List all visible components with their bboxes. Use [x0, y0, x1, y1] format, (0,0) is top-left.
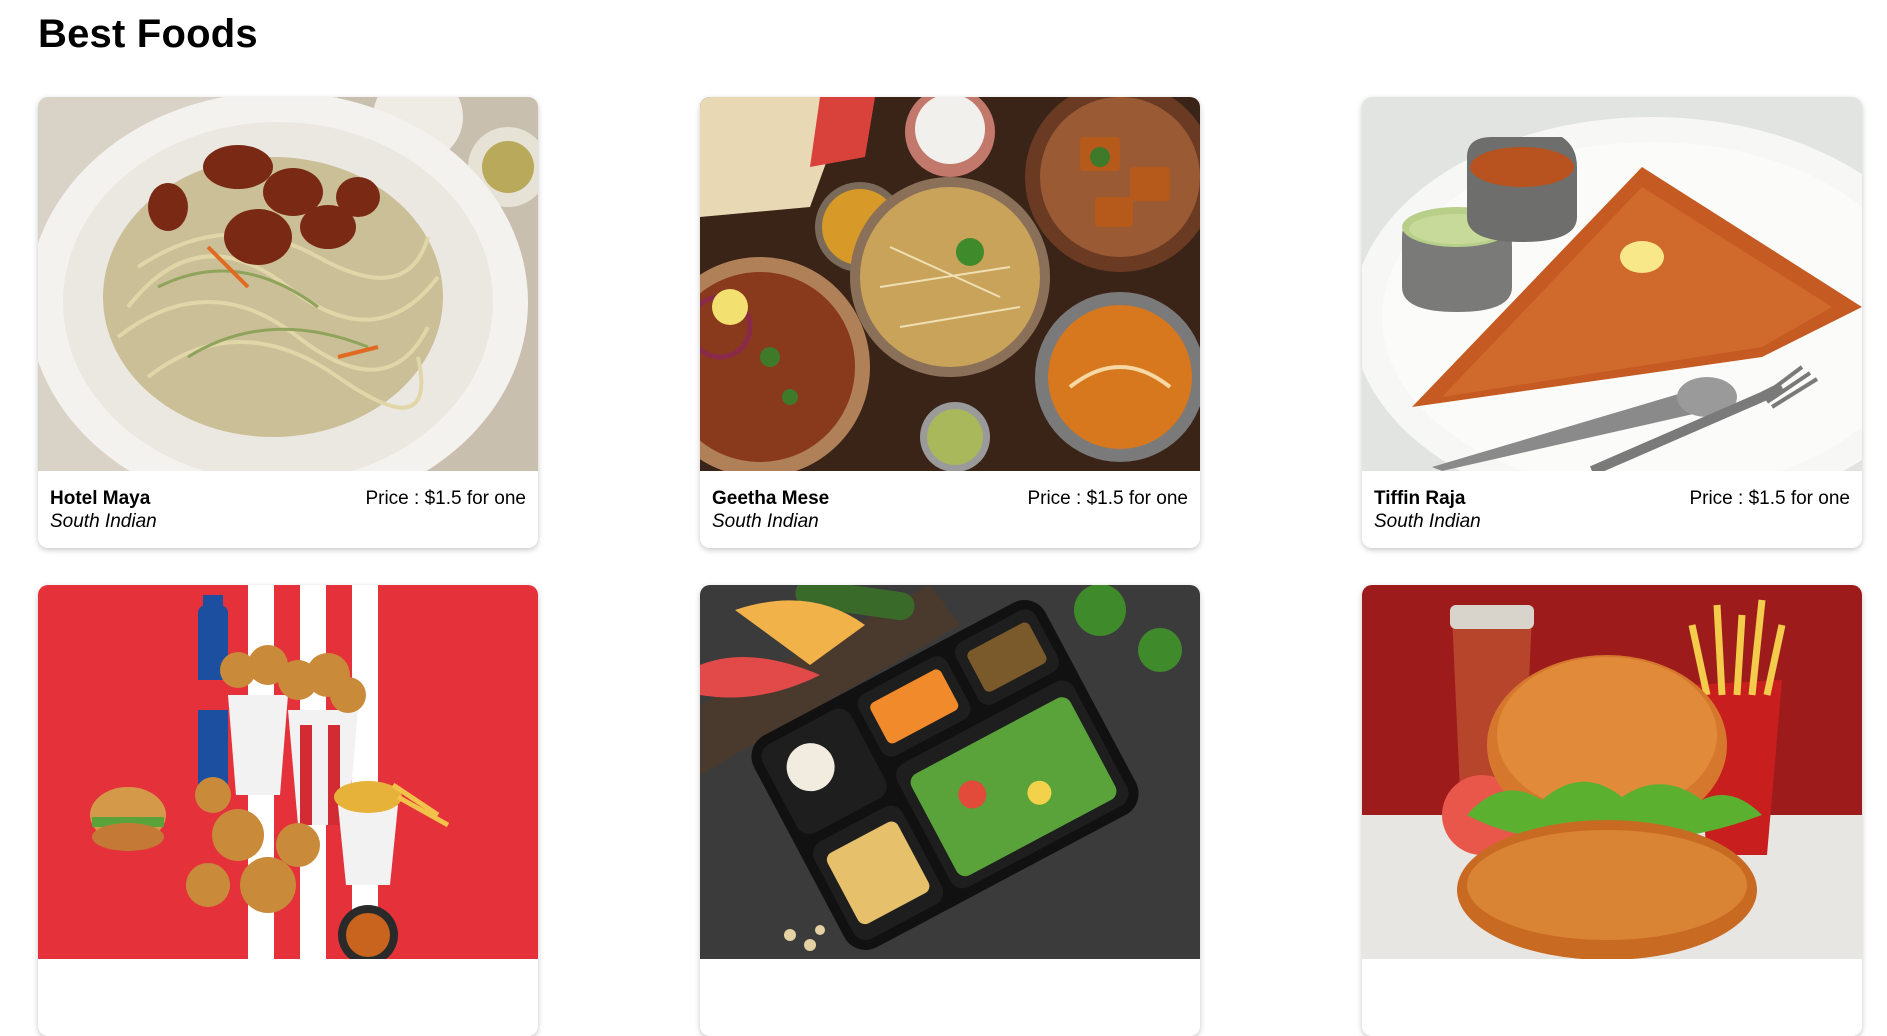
food-card-4[interactable] [38, 585, 538, 1036]
food-card-5[interactable] [700, 585, 1200, 1036]
card-info: Geetha Mese South Indian Price : $1.5 fo… [700, 471, 1200, 548]
food-grid: Hotel Maya South Indian Price : $1.5 for… [38, 97, 1862, 1036]
dosa-plate-image [1362, 97, 1862, 471]
card-info: Tiffin Raja South Indian Price : $1.5 fo… [1362, 471, 1862, 548]
cuisine-label: South Indian [712, 511, 819, 532]
food-card-tiffin-raja[interactable]: Tiffin Raja South Indian Price : $1.5 fo… [1362, 97, 1862, 548]
page-title: Best Foods [38, 12, 258, 56]
price-label: Price : $1.5 for one [1027, 488, 1188, 509]
card-info: Hotel Maya South Indian Price : $1.5 for… [38, 471, 538, 548]
price-label: Price : $1.5 for one [365, 488, 526, 509]
food-card-geetha-mese[interactable]: Geetha Mese South Indian Price : $1.5 fo… [700, 97, 1200, 548]
cuisine-label: South Indian [1374, 511, 1481, 532]
price-label: Price : $1.5 for one [1689, 488, 1850, 509]
chicken-burger-image [1362, 585, 1862, 959]
food-card-6[interactable] [1362, 585, 1862, 1036]
cuisine-label: South Indian [50, 511, 157, 532]
noodles-dish-image [38, 97, 538, 471]
fried-chicken-bucket-image [38, 585, 538, 959]
meal-tray-image [700, 585, 1200, 959]
food-card-hotel-maya[interactable]: Hotel Maya South Indian Price : $1.5 for… [38, 97, 538, 548]
biryani-spread-image [700, 97, 1200, 471]
